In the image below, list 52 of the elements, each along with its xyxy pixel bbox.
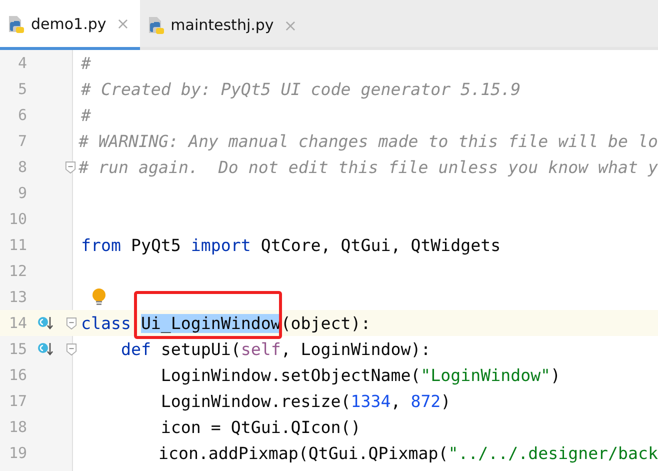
code-keyword: from: [81, 236, 121, 254]
number-literal: 872: [410, 392, 441, 410]
python-file-icon: [7, 14, 25, 32]
code-text: , LoginWindow):: [280, 340, 431, 358]
code-text: ,: [390, 392, 402, 410]
code-text: QtCore, QtGui, QtWidgets: [260, 236, 501, 254]
lightbulb-icon[interactable]: [91, 288, 107, 306]
line-number: 7: [16, 132, 27, 150]
code-text: (object):: [280, 314, 371, 332]
code-text: icon = QtGui.QIcon(): [160, 418, 361, 436]
code-keyword: import: [190, 236, 251, 254]
code-keyword: self: [240, 340, 281, 358]
code-comment: # run again. Do not edit this file unless you know what y: [78, 158, 658, 176]
code-keyword: def: [120, 340, 151, 358]
line-number: 16: [8, 366, 27, 384]
line-number: 6: [16, 106, 27, 124]
code-text: ): [440, 392, 451, 410]
file-tab[interactable]: maintesthj.py ×: [140, 0, 308, 50]
code-comment: # WARNING: Any manual changes made to this file will be lo: [78, 132, 658, 150]
line-number: 10: [8, 210, 27, 228]
line-number: 12: [8, 262, 27, 280]
number-literal: 1334: [350, 392, 391, 410]
line-number: 9: [16, 184, 27, 202]
python-file-icon: [146, 16, 165, 34]
line-number: 15: [8, 340, 27, 358]
line-number: 18: [8, 418, 27, 436]
code-text: LoginWindow.resize(: [160, 392, 351, 410]
line-number: 8: [16, 158, 27, 176]
code-text: icon.addPixmap(QtGui.QPixmap(: [157, 444, 448, 462]
string-literal: "LoginWindow": [420, 366, 551, 384]
code-text: setupUi(: [160, 340, 241, 358]
line-number: 11: [8, 236, 27, 254]
fold-marker-icon[interactable]: [66, 316, 77, 330]
line-number: 13: [8, 288, 27, 306]
override-marker-icon[interactable]: [36, 315, 52, 331]
code-keyword: class: [81, 314, 131, 332]
code-comment: #: [81, 106, 91, 124]
code-comment: #: [81, 54, 91, 72]
fold-marker-icon[interactable]: [66, 342, 77, 356]
line-number: 4: [16, 54, 27, 72]
line-number: 17: [8, 392, 27, 410]
override-marker-icon[interactable]: [36, 341, 52, 357]
line-number: 19: [8, 444, 27, 462]
code-text: ): [550, 366, 561, 384]
file-tab[interactable]: demo1.py ×: [0, 0, 140, 50]
code-text: PyQt5: [130, 236, 182, 254]
line-number: 5: [16, 80, 27, 98]
fold-marker-icon[interactable]: [64, 160, 76, 174]
line-number: 14: [8, 314, 27, 332]
code-comment: # Created by: PyQt5 UI code generator 5.15.9: [81, 80, 521, 98]
string-literal: "../../.designer/back: [448, 444, 658, 462]
code-text: LoginWindow.setObjectName(: [160, 366, 421, 384]
